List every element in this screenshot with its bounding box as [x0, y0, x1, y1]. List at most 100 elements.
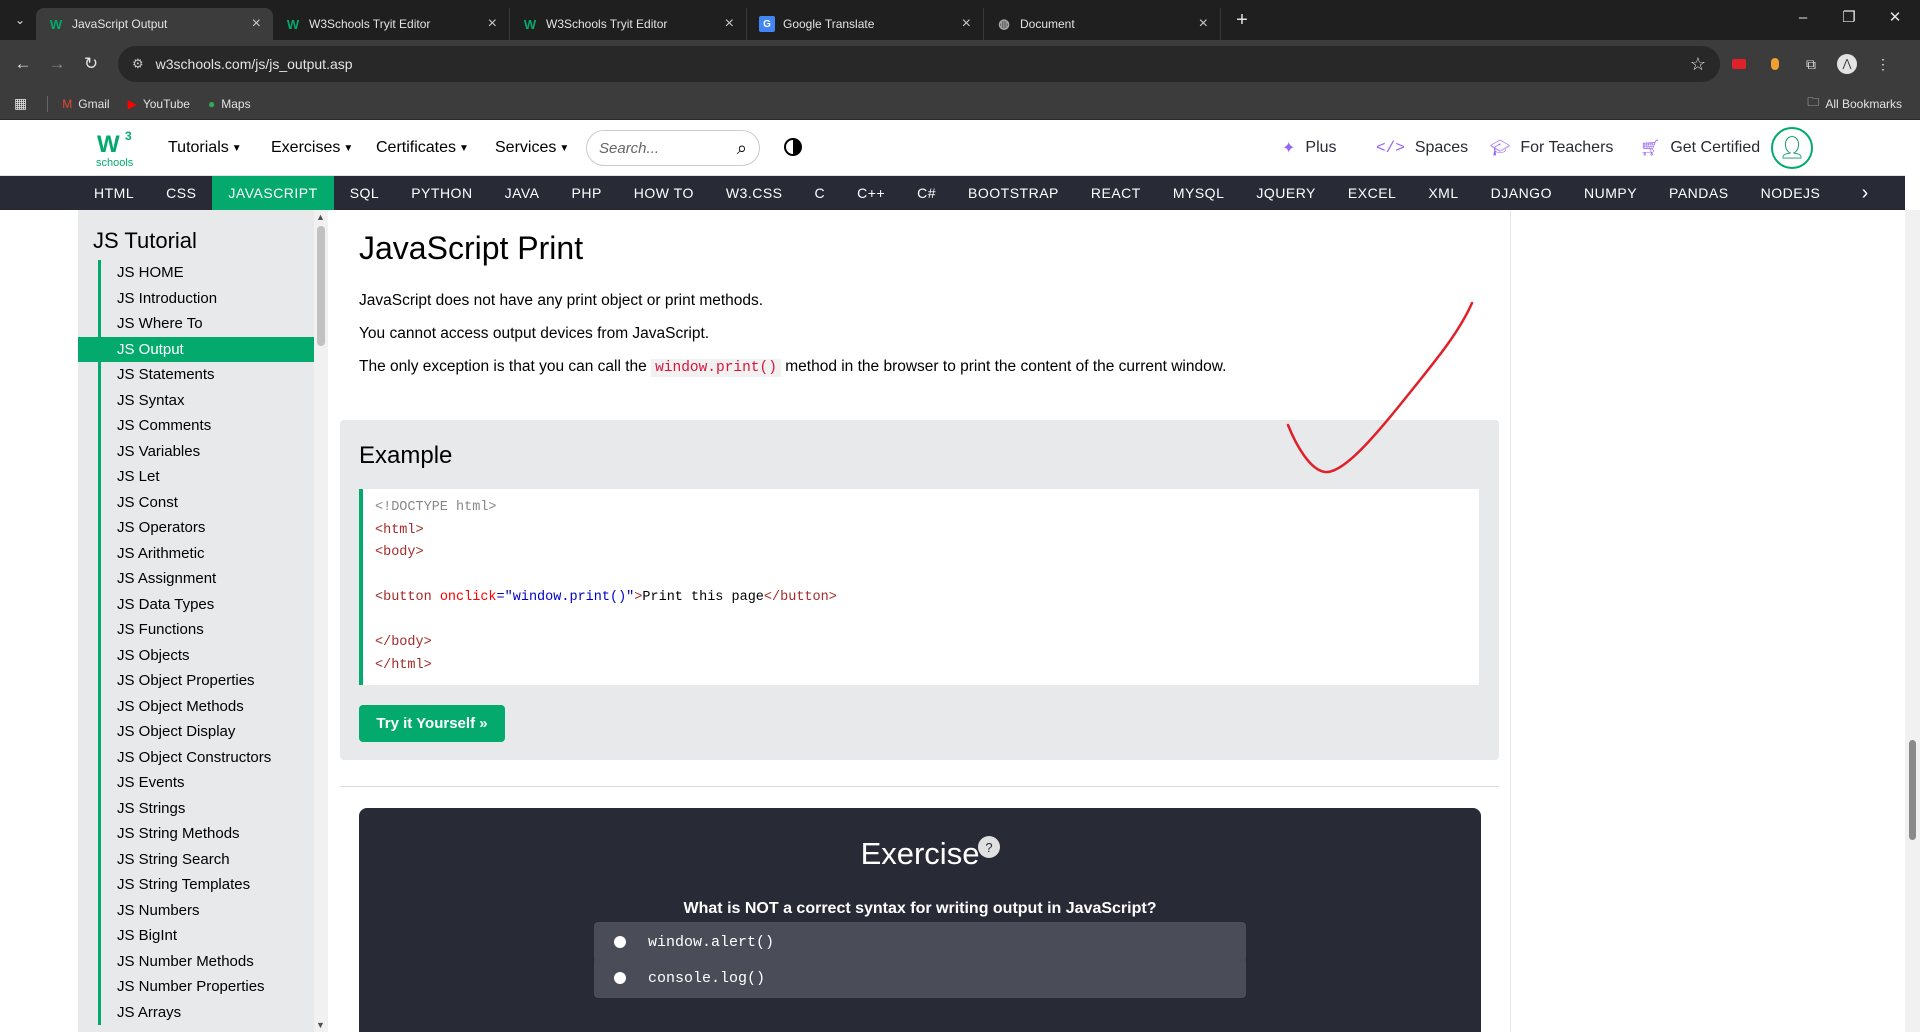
sidebar-item-js-objects[interactable]: JS Objects	[101, 643, 314, 669]
sidebar-item-js-string-methods[interactable]: JS String Methods	[101, 821, 314, 847]
topic-python[interactable]: PYTHON	[395, 176, 488, 210]
radio-icon[interactable]	[614, 936, 626, 948]
topic-pandas[interactable]: PANDAS	[1653, 176, 1745, 210]
exercise-option[interactable]: console.log()	[594, 958, 1246, 998]
help-question-icon[interactable]: ?	[978, 836, 1000, 858]
bookmark-star-icon[interactable]: ☆	[1690, 54, 1706, 75]
topic-xml[interactable]: XML	[1412, 176, 1474, 210]
topic-html[interactable]: HTML	[78, 176, 150, 210]
site-info-icon[interactable]: ⚙	[132, 56, 144, 72]
nav-for-teachers[interactable]: 🎓︎ For Teachers	[1490, 120, 1613, 176]
close-icon[interactable]: ×	[252, 15, 261, 33]
topic-django[interactable]: DJANGO	[1475, 176, 1568, 210]
search-icon[interactable]: ⌕	[737, 138, 747, 159]
topic-numpy[interactable]: NUMPY	[1568, 176, 1653, 210]
url-text[interactable]: w3schools.com/js/js_output.asp	[156, 56, 1690, 72]
sidebar-item-js-variables[interactable]: JS Variables	[101, 439, 314, 465]
user-avatar-icon[interactable]: 👤︎	[1771, 127, 1813, 169]
tab-tryit-editor-2[interactable]: W W3Schools Tryit Editor ×	[510, 8, 747, 40]
nav-spaces[interactable]: </> Spaces	[1376, 120, 1468, 176]
tab-tryit-editor-1[interactable]: W W3Schools Tryit Editor ×	[273, 8, 510, 40]
page-scroll-thumb[interactable]	[1909, 740, 1916, 840]
sidebar-item-js-arithmetic[interactable]: JS Arithmetic	[101, 541, 314, 567]
sidebar-item-js-syntax[interactable]: JS Syntax	[101, 388, 314, 414]
sidebar-item-js-functions[interactable]: JS Functions	[101, 617, 314, 643]
sidebar-scrollbar[interactable]: ▲ ▼	[314, 210, 328, 1032]
sidebar-item-js-numbers[interactable]: JS Numbers	[101, 898, 314, 924]
sidebar-item-js-home[interactable]: JS HOME	[101, 260, 314, 286]
sidebar-item-js-introduction[interactable]: JS Introduction	[101, 286, 314, 312]
extension-red-icon[interactable]	[1722, 47, 1756, 81]
sidebar-item-js-object-properties[interactable]: JS Object Properties	[101, 668, 314, 694]
window-close-icon[interactable]: ✕	[1872, 0, 1918, 34]
sidebar-item-js-where-to[interactable]: JS Where To	[101, 311, 314, 337]
nav-tutorials[interactable]: Tutorials ▼	[168, 120, 242, 176]
close-icon[interactable]: ×	[962, 15, 971, 33]
topic-c-[interactable]: C++	[841, 176, 901, 210]
search-input[interactable]: Search... ⌕	[586, 130, 760, 166]
tab-document[interactable]: ◍ Document ×	[984, 8, 1221, 40]
try-it-yourself-button[interactable]: Try it Yourself »	[359, 705, 505, 742]
sidebar-item-js-comments[interactable]: JS Comments	[101, 413, 314, 439]
topic-c-[interactable]: C#	[901, 176, 952, 210]
bookmark-maps[interactable]: ● Maps	[208, 97, 251, 111]
back-arrow-icon[interactable]: ←	[6, 47, 40, 81]
sidebar-item-js-assignment[interactable]: JS Assignment	[101, 566, 314, 592]
sidebar-item-js-string-search[interactable]: JS String Search	[101, 847, 314, 873]
topic-nodejs[interactable]: NODEJS	[1745, 176, 1837, 210]
topic-javascript[interactable]: JAVASCRIPT	[212, 176, 334, 210]
topic-bootstrap[interactable]: BOOTSTRAP	[952, 176, 1075, 210]
sidebar-item-js-bigint[interactable]: JS BigInt	[101, 923, 314, 949]
close-icon[interactable]: ×	[1199, 15, 1208, 33]
nav-certificates[interactable]: Certificates ▼	[376, 120, 469, 176]
scroll-up-icon[interactable]: ▲	[316, 212, 325, 222]
close-icon[interactable]: ×	[725, 15, 734, 33]
apps-grid-icon[interactable]: ▦	[14, 95, 27, 112]
topic-how-to[interactable]: HOW TO	[618, 176, 710, 210]
nav-exercises[interactable]: Exercises ▼	[271, 120, 353, 176]
sidebar-item-js-let[interactable]: JS Let	[101, 464, 314, 490]
profile-icon[interactable]: ⋀	[1830, 47, 1864, 81]
scroll-down-icon[interactable]: ▼	[316, 1020, 325, 1030]
sidebar-item-js-number-properties[interactable]: JS Number Properties	[101, 974, 314, 1000]
w3schools-logo[interactable]: W 3 schools	[95, 128, 139, 170]
sidebar-item-js-statements[interactable]: JS Statements	[101, 362, 314, 388]
sidebar-item-js-number-methods[interactable]: JS Number Methods	[101, 949, 314, 975]
topic-react[interactable]: REACT	[1075, 176, 1157, 210]
menu-dots-icon[interactable]: ⋮	[1866, 47, 1900, 81]
restore-icon[interactable]: ❐	[1826, 0, 1872, 34]
sidebar-item-js-object-constructors[interactable]: JS Object Constructors	[101, 745, 314, 771]
minimize-icon[interactable]: –	[1780, 0, 1826, 34]
sidebar-item-js-events[interactable]: JS Events	[101, 770, 314, 796]
topic-w3-css[interactable]: W3.CSS	[710, 176, 799, 210]
reload-icon[interactable]: ↻	[74, 47, 108, 81]
topic-php[interactable]: PHP	[556, 176, 618, 210]
forward-arrow-icon[interactable]: →	[40, 47, 74, 81]
nav-plus[interactable]: ✦ Plus	[1282, 120, 1337, 176]
topic-c[interactable]: C	[799, 176, 842, 210]
sidebar-item-js-operators[interactable]: JS Operators	[101, 515, 314, 541]
bookmark-youtube[interactable]: ▶ YouTube	[128, 97, 190, 111]
extensions-puzzle-icon[interactable]: ⧉	[1794, 47, 1828, 81]
exercise-option[interactable]: window.alert()	[594, 922, 1246, 962]
sidebar-item-js-strings[interactable]: JS Strings	[101, 796, 314, 822]
sidebar-item-js-string-templates[interactable]: JS String Templates	[101, 872, 314, 898]
page-scrollbar[interactable]	[1905, 210, 1920, 1032]
bookmark-gmail[interactable]: M Gmail	[62, 97, 109, 111]
address-bar[interactable]: ⚙ w3schools.com/js/js_output.asp ☆	[118, 46, 1720, 82]
close-icon[interactable]: ×	[488, 15, 497, 33]
nav-services[interactable]: Services ▼	[495, 120, 569, 176]
sidebar-item-js-const[interactable]: JS Const	[101, 490, 314, 516]
sidebar-item-js-object-methods[interactable]: JS Object Methods	[101, 694, 314, 720]
sidebar-item-js-arrays[interactable]: JS Arrays	[101, 1000, 314, 1026]
sidebar-scroll-thumb[interactable]	[317, 226, 325, 346]
topic-css[interactable]: CSS	[150, 176, 212, 210]
all-bookmarks[interactable]: 🗀 All Bookmarks	[1807, 93, 1902, 114]
topic-jquery[interactable]: JQUERY	[1240, 176, 1332, 210]
tab-google-translate[interactable]: G Google Translate ×	[747, 8, 984, 40]
chevron-right-icon[interactable]: ›	[1845, 176, 1885, 210]
radio-icon[interactable]	[614, 972, 626, 984]
new-tab-plus-icon[interactable]: +	[1227, 5, 1257, 35]
topic-excel[interactable]: EXCEL	[1332, 176, 1412, 210]
topic-java[interactable]: JAVA	[489, 176, 556, 210]
